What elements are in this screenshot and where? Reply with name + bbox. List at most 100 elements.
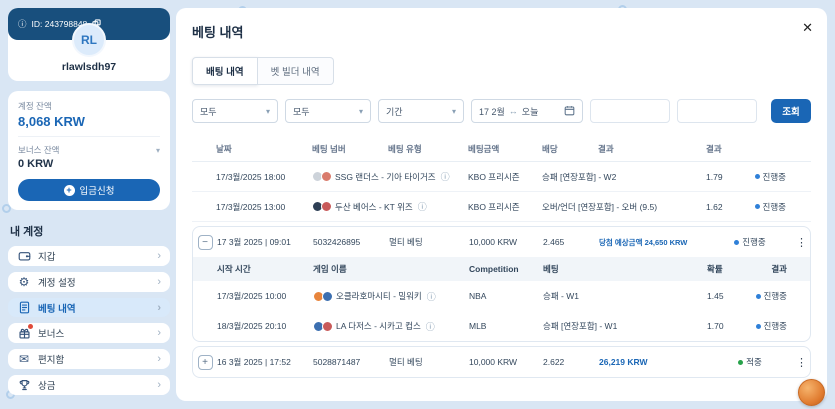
- col-header-probability: 확률: [707, 263, 723, 275]
- status-dot: [734, 240, 739, 245]
- date-to: 오늘: [522, 105, 539, 118]
- info-icon[interactable]: ⓘ: [426, 320, 435, 333]
- leg-time: 17/3월/2025 10:00: [217, 290, 313, 302]
- competition: KBO 프리시즌: [468, 201, 542, 213]
- bet-amount: 10,000 KRW: [469, 237, 543, 247]
- bet-market: 승패 [연장포함] - W1: [543, 320, 707, 332]
- bet-date: 17/3월/2025 13:00: [216, 201, 312, 213]
- collapse-button[interactable]: −: [198, 235, 213, 250]
- chevron-down-icon: ▾: [266, 107, 270, 116]
- col-header-bet-type: 베팅 유형: [388, 143, 468, 155]
- bet-market: 오버/언더 [연장포함] - 오버 (9.5): [542, 201, 706, 213]
- multi-bet-summary-row: + 16 3월 2025 | 17:52 5028871487 멀티 베팅 10…: [193, 347, 810, 377]
- bet-number: 5032426895: [313, 237, 389, 247]
- leg-row: 18/3월/2025 20:10 LA 다저스 - 시카고 컵스 ⓘ MLB 승…: [193, 311, 810, 341]
- multi-bet-summary-row: − 17 3월 2025 | 09:01 5032426895 멀티 베팅 10…: [193, 227, 810, 257]
- odds-value: 1.62: [706, 202, 723, 212]
- bet-market: 승패 - W1: [543, 290, 707, 302]
- col-header-result: 결과: [598, 143, 706, 155]
- date-range-picker[interactable]: 17 2월 ↔ 오늘: [471, 99, 583, 123]
- chevron-right-icon: ›: [157, 276, 161, 288]
- sidebar-item-inbox[interactable]: ✉ 편지함 ›: [8, 349, 170, 369]
- range-arrow-icon: ↔: [509, 106, 518, 116]
- status-badge: 진행중: [756, 290, 787, 302]
- calendar-icon: [564, 105, 575, 118]
- sidebar-item-betting-history[interactable]: 베팅 내역 ›: [8, 298, 170, 318]
- chat-avatar-button[interactable]: [798, 379, 825, 406]
- col-header-bet-number: 베팅 넘버: [312, 143, 388, 155]
- kebab-menu-icon[interactable]: ⋮: [796, 236, 807, 249]
- tabs: 배팅 내역 벳 빌더 내역: [192, 57, 811, 85]
- filter-select-2[interactable]: 모두 ▾: [285, 99, 371, 123]
- expected-winnings: 당첨 예상금액 24,650 KRW: [599, 237, 707, 248]
- sidebar-item-wallet[interactable]: 지갑 ›: [8, 246, 170, 266]
- status-badge: 적중: [738, 356, 762, 368]
- status-badge: 진행중: [755, 171, 786, 183]
- chevron-right-icon: ›: [157, 379, 161, 391]
- odds-value: 2.465: [543, 237, 599, 247]
- plus-icon: +: [64, 185, 75, 196]
- leg-time: 18/3월/2025 20:10: [217, 320, 313, 332]
- sidebar-item-prizes[interactable]: 상금 ›: [8, 375, 170, 395]
- date-from: 17 2월: [479, 105, 505, 118]
- chevron-down-icon[interactable]: ▾: [156, 146, 160, 155]
- odds-value: 1.79: [706, 172, 723, 182]
- team-logo: [321, 201, 332, 212]
- competition: NBA: [469, 291, 543, 301]
- status-badge: 진행중: [734, 236, 765, 248]
- close-icon[interactable]: ✕: [802, 20, 813, 36]
- tab-bet-builder-history[interactable]: 벳 빌더 내역: [258, 57, 334, 85]
- status-badge: 진행중: [756, 320, 787, 332]
- bet-market: 승패 [연장포함] - W2: [542, 171, 706, 183]
- col-header-game-name: 게임 이름: [313, 263, 469, 275]
- table-row: 17/3월/2025 13:00 두산 베어스 - KT 위즈 ⓘ KBO 프리…: [192, 192, 811, 222]
- col-header-result-2: 결과: [706, 143, 792, 155]
- gift-icon: [17, 326, 31, 340]
- status-badge: 진행중: [755, 201, 786, 213]
- legs-header-row: 시작 시간 게임 이름 Competition 베팅 확률 결과: [193, 257, 810, 281]
- chevron-right-icon: ›: [157, 302, 161, 314]
- odds-value: 2.622: [543, 357, 599, 367]
- col-header-bet: 베팅: [543, 263, 707, 275]
- account-balance-value: 8,068 KRW: [18, 114, 160, 129]
- betting-history-panel: 베팅 내역 ✕ 배팅 내역 벳 빌더 내역 모두 ▾ 모두 ▾ 기간 ▾ 17 …: [176, 8, 827, 401]
- col-header-competition: Competition: [469, 264, 543, 274]
- winnings: 26,219 KRW: [599, 357, 707, 367]
- col-header-date: 날짜: [216, 143, 312, 155]
- col-header-amount: 베팅금액: [468, 143, 542, 155]
- filter-input-2[interactable]: [677, 99, 757, 123]
- status-dot: [756, 324, 761, 329]
- bet-date: 17 3월 2025 | 09:01: [217, 236, 313, 248]
- sidebar: ⓘ ID: 243798848 RL rlawlsdh97 계정 잔액 8,06…: [8, 8, 170, 401]
- status-dot: [755, 204, 760, 209]
- sidebar-item-bonus[interactable]: 보너스 ›: [8, 323, 170, 343]
- account-balance-label: 계정 잔액: [18, 100, 160, 112]
- multi-bet-group: + 16 3월 2025 | 17:52 5028871487 멀티 베팅 10…: [192, 346, 811, 378]
- info-icon[interactable]: ⓘ: [427, 290, 436, 303]
- tab-betting-history[interactable]: 배팅 내역: [192, 57, 258, 85]
- info-icon[interactable]: ⓘ: [418, 200, 427, 213]
- odds-value: 1.45: [707, 291, 724, 301]
- search-button[interactable]: 조회: [771, 99, 811, 123]
- status-dot: [755, 174, 760, 179]
- competition: MLB: [469, 321, 543, 331]
- match-name: 두산 베어스 - KT 위즈: [335, 201, 413, 213]
- bonus-balance-label: 보너스 잔액 ▾: [18, 144, 160, 156]
- expand-button[interactable]: +: [198, 355, 213, 370]
- info-icon[interactable]: ⓘ: [441, 170, 450, 183]
- filter-select-1[interactable]: 모두 ▾: [192, 99, 278, 123]
- deposit-button[interactable]: + 입금신청: [18, 179, 160, 201]
- col-header-odds: 배당: [542, 143, 598, 155]
- status-dot: [738, 360, 743, 365]
- sidebar-item-label: 편지함: [38, 352, 64, 366]
- info-icon: ⓘ: [18, 18, 27, 30]
- bet-type: 멀티 베팅: [389, 236, 469, 248]
- sidebar-item-account-settings[interactable]: ⚙ 계정 설정 ›: [8, 272, 170, 292]
- table-header-row: 날짜 베팅 넘버 베팅 유형 베팅금액 배당 결과 결과: [192, 136, 811, 162]
- filter-input-1[interactable]: [590, 99, 670, 123]
- multi-bet-group: − 17 3월 2025 | 09:01 5032426895 멀티 베팅 10…: [192, 226, 811, 342]
- sidebar-item-label: 상금: [38, 378, 55, 392]
- filter-select-period[interactable]: 기간 ▾: [378, 99, 464, 123]
- kebab-menu-icon[interactable]: ⋮: [796, 356, 807, 369]
- table-row: 17/3월/2025 18:00 SSG 랜더스 - 기아 타이거즈 ⓘ KBO…: [192, 162, 811, 192]
